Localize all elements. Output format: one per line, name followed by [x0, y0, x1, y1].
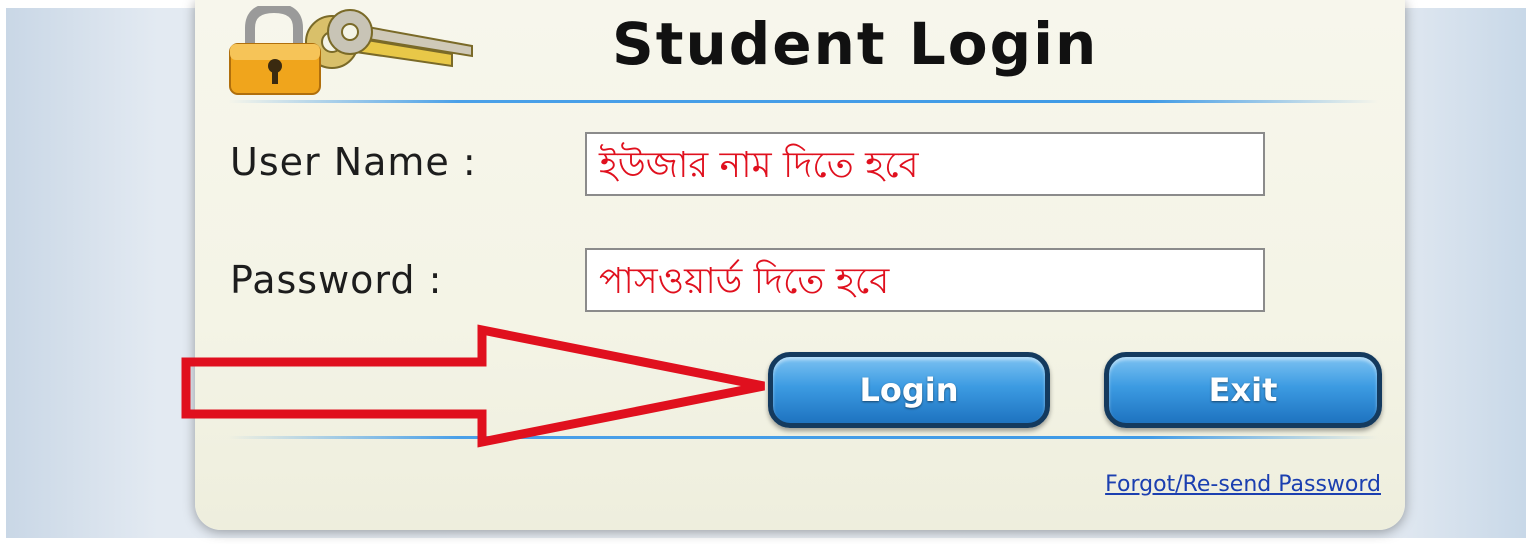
username-input[interactable]: ইউজার নাম দিতে হবে: [585, 132, 1265, 196]
username-placeholder: ইউজার নাম দিতে হবে: [599, 145, 919, 186]
lock-with-keys-icon: [229, 6, 473, 95]
password-input[interactable]: পাসওয়ার্ড দিতে হবে: [585, 248, 1265, 312]
login-button[interactable]: Login: [768, 352, 1050, 428]
username-label: User Name :: [230, 140, 477, 184]
red-arrow-icon: [181, 324, 765, 448]
header-divider: [228, 100, 1378, 103]
password-label: Password :: [230, 258, 443, 302]
exit-button[interactable]: Exit: [1104, 352, 1382, 428]
page-title: Student Login: [612, 10, 1099, 78]
forgot-password-link[interactable]: Forgot/Re-send Password: [1105, 472, 1381, 497]
password-placeholder: পাসওয়ার্ড দিতে হবে: [599, 261, 890, 302]
